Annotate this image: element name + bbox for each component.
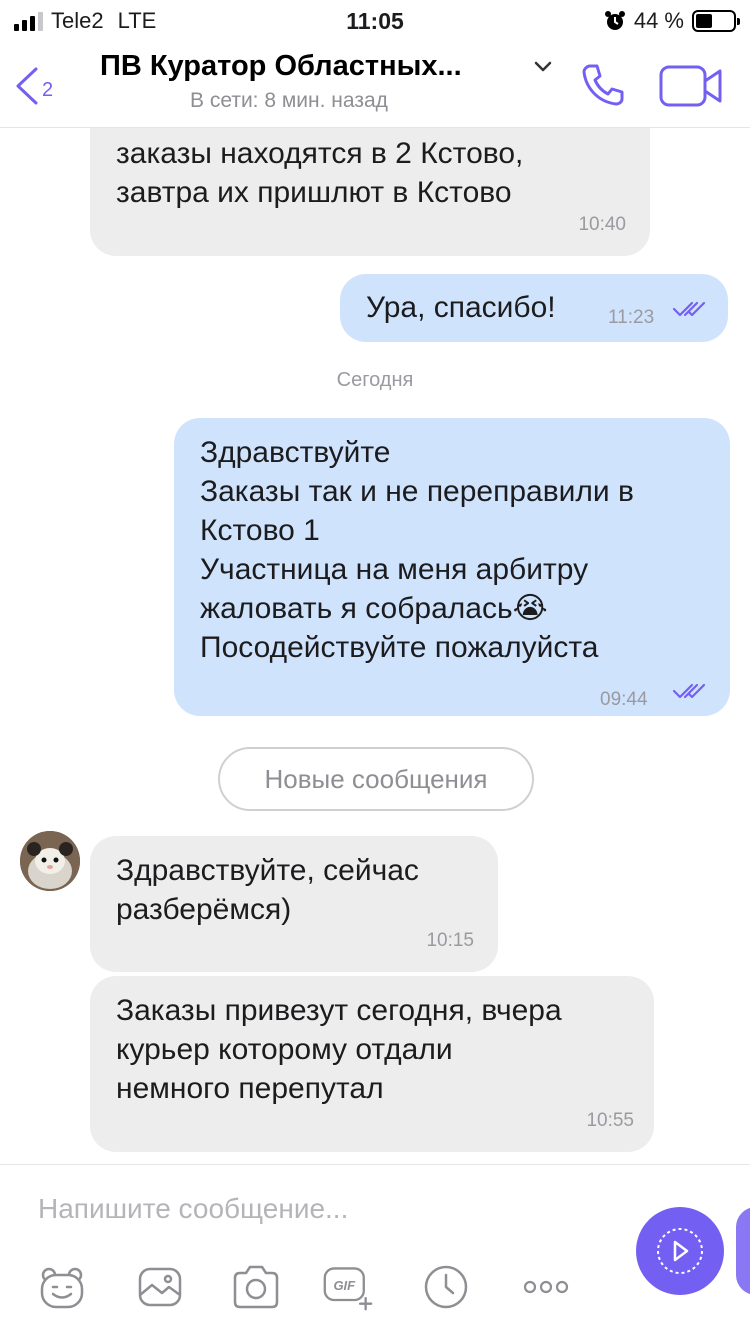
message-bubble-incoming[interactable]: Здравствуйте, сейчас разберёмся) 10:15 bbox=[90, 836, 498, 972]
chevron-down-icon[interactable] bbox=[534, 61, 552, 73]
message-text: Заказы привезут сегодня, вчера курьер ко… bbox=[116, 994, 562, 1105]
message-bubble-incoming[interactable]: заказы находятся в 2 Кстово, завтра их п… bbox=[90, 128, 650, 256]
camera-icon bbox=[233, 1265, 279, 1309]
message-input[interactable]: Напишите сообщение... bbox=[38, 1193, 348, 1225]
message-bubble-outgoing[interactable]: Здравствуйте Заказы так и не переправили… bbox=[174, 418, 730, 716]
chat-header: 2 ПВ Куратор Областных... В сети: 8 мин.… bbox=[0, 44, 750, 128]
avatar[interactable] bbox=[20, 831, 80, 891]
message-text: Здравствуйте Заказы так и не переправили… bbox=[200, 436, 634, 664]
chat-title[interactable]: ПВ Куратор Областных... bbox=[100, 50, 500, 83]
message-text: заказы находятся в 2 Кстово, завтра их п… bbox=[116, 137, 524, 209]
side-action-edge bbox=[736, 1207, 750, 1295]
chat-status: В сети: 8 мин. назад bbox=[190, 89, 388, 112]
more-icon bbox=[523, 1280, 569, 1294]
back-button[interactable]: 2 bbox=[14, 66, 53, 106]
message-bubble-incoming[interactable]: Заказы привезут сегодня, вчера курьер ко… bbox=[90, 976, 654, 1152]
video-camera-icon[interactable] bbox=[658, 64, 724, 108]
alarm-icon bbox=[604, 11, 625, 30]
message-text: Здравствуйте, сейчас разберёмся) bbox=[116, 854, 419, 926]
composer-toolbar: GIF bbox=[0, 1261, 620, 1321]
status-right: 44 % bbox=[604, 8, 740, 34]
message-time: 10:40 bbox=[578, 214, 626, 235]
gif-icon: GIF bbox=[323, 1267, 373, 1311]
timer-icon bbox=[424, 1265, 468, 1309]
date-separator: Сегодня bbox=[336, 369, 414, 391]
message-time: 10:15 bbox=[426, 930, 474, 951]
composer: Напишите сообщение... GIF bbox=[0, 1164, 750, 1334]
timer-button[interactable] bbox=[420, 1261, 472, 1313]
message-time: 09:44 bbox=[600, 689, 648, 710]
new-messages-button[interactable]: Новые сообщения bbox=[218, 747, 534, 811]
unread-count: 2 bbox=[42, 78, 54, 101]
message-time: 10:55 bbox=[586, 1110, 634, 1131]
chat-info[interactable]: ПВ Куратор Областных... В сети: 8 мин. н… bbox=[100, 50, 560, 113]
gallery-icon bbox=[138, 1267, 182, 1307]
sticker-button[interactable] bbox=[36, 1261, 88, 1313]
message-bubble-outgoing[interactable]: Ура, спасибо! 11:23 bbox=[340, 274, 728, 342]
read-receipt-icon bbox=[672, 301, 706, 317]
message-list[interactable]: заказы находятся в 2 Кстово, завтра их п… bbox=[0, 128, 750, 1164]
send-button[interactable] bbox=[636, 1207, 724, 1295]
battery-level bbox=[696, 14, 712, 28]
more-button[interactable] bbox=[520, 1261, 572, 1313]
chevron-left-icon bbox=[16, 67, 38, 105]
read-receipt-icon bbox=[672, 683, 706, 699]
gallery-button[interactable] bbox=[134, 1261, 186, 1313]
phone-icon[interactable] bbox=[580, 62, 626, 108]
send-icon bbox=[657, 1228, 703, 1274]
avatar-image bbox=[20, 831, 80, 891]
message-text: Ура, спасибо! bbox=[366, 291, 556, 324]
message-time: 11:23 bbox=[608, 307, 655, 328]
battery-icon bbox=[692, 10, 740, 32]
camera-button[interactable] bbox=[230, 1261, 282, 1313]
battery-percent: 44 % bbox=[633, 8, 684, 33]
sticker-icon bbox=[40, 1267, 84, 1309]
status-bar: Tele2 LTE 11:05 44 % bbox=[0, 0, 750, 44]
gif-button[interactable]: GIF bbox=[322, 1261, 374, 1313]
gif-label: GIF bbox=[333, 1278, 356, 1293]
